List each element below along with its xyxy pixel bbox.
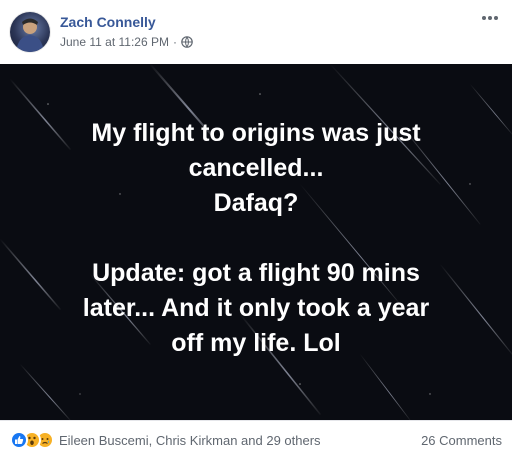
globe-icon[interactable]: [181, 36, 193, 48]
post-text-line: Update: got a flight 90 mins: [92, 259, 420, 287]
avatar-image: [16, 18, 44, 52]
post-text-blank-line: [0, 221, 512, 256]
post-text-line: My flight to origins was just: [91, 119, 421, 147]
post-text: My flight to origins was just cancelled.…: [0, 116, 512, 361]
more-options-icon[interactable]: [478, 8, 502, 28]
meta-separator: ·: [172, 35, 177, 49]
facebook-post: Zach Connelly June 11 at 11:26 PM · My f…: [0, 0, 512, 457]
post-image[interactable]: My flight to origins was just cancelled.…: [0, 64, 512, 420]
post-footer: Eileen Buscemi, Chris Kirkman and 29 oth…: [0, 420, 512, 458]
post-text-line: later... And it only took a year: [82, 294, 430, 322]
author-name[interactable]: Zach Connelly: [60, 14, 156, 30]
avatar[interactable]: [10, 12, 50, 52]
post-text-line: Dafaq?: [213, 189, 299, 217]
post-timestamp[interactable]: June 11 at 11:26 PM: [60, 35, 169, 49]
post-header: Zach Connelly June 11 at 11:26 PM ·: [0, 0, 512, 64]
post-text-line: off my life. Lol: [171, 329, 341, 357]
like-icon: [10, 431, 28, 449]
post-text-line: cancelled...: [188, 154, 324, 182]
comments-count[interactable]: 26 Comments: [421, 433, 502, 448]
post-meta: June 11 at 11:26 PM ·: [60, 35, 193, 49]
reaction-names[interactable]: Eileen Buscemi, Chris Kirkman and 29 oth…: [59, 433, 321, 448]
reactions-summary[interactable]: Eileen Buscemi, Chris Kirkman and 29 oth…: [10, 431, 321, 449]
